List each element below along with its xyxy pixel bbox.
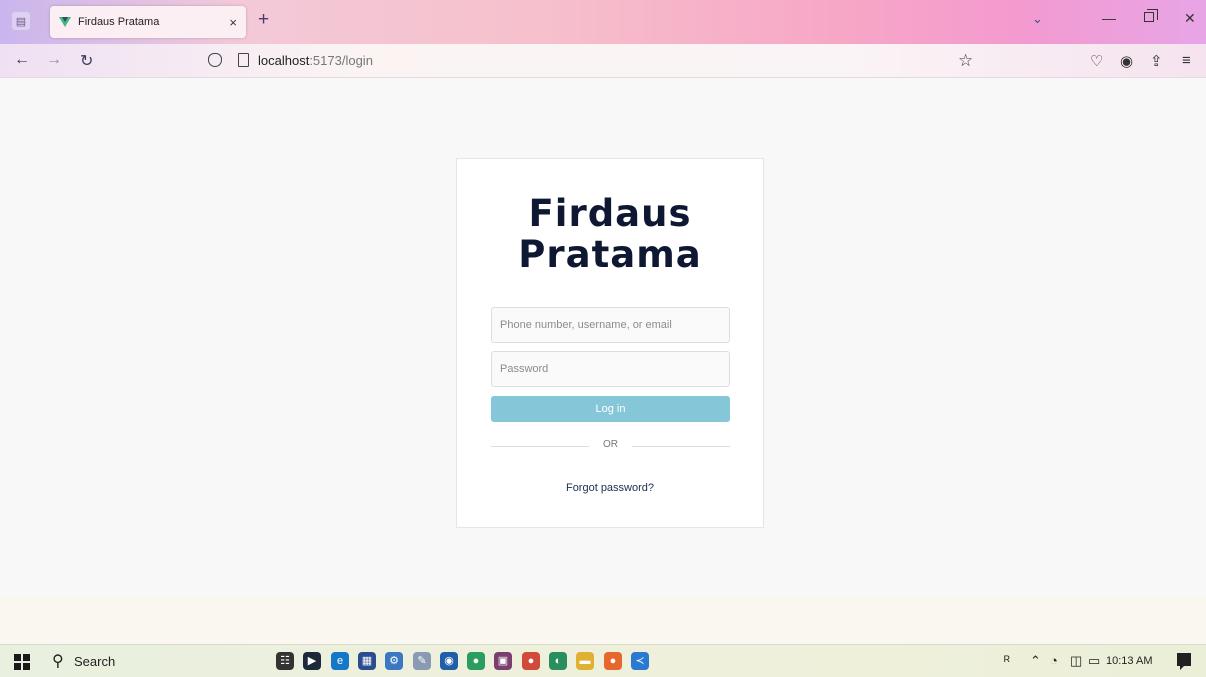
chrome-2-icon[interactable]: ◐ xyxy=(549,652,567,670)
close-window-button[interactable]: ✕ xyxy=(1184,10,1196,27)
tab-list-menu-icon[interactable]: ▤ xyxy=(12,12,30,30)
url-host: localhost xyxy=(258,53,310,68)
battery-icon[interactable]: ▭ xyxy=(1088,653,1100,669)
edge-icon[interactable]: e xyxy=(331,652,349,670)
account-icon[interactable]: ◉ xyxy=(1120,52,1133,70)
search-icon[interactable]: ⚲ xyxy=(52,651,64,671)
reload-icon[interactable]: ↻ xyxy=(80,51,93,71)
page-bottom-area xyxy=(0,596,1206,644)
restore-button[interactable] xyxy=(1144,9,1158,22)
brand-line-2: Pratama xyxy=(518,233,702,276)
browser-navbar: ← → ↻ localhost:5173/login ☆ ♡ ◉ ⇪ ≡ xyxy=(0,44,1206,78)
or-divider: OR xyxy=(491,439,730,453)
tracking-protection-icon[interactable] xyxy=(208,53,222,67)
vscode-icon[interactable]: ≺ xyxy=(631,652,649,670)
hamburger-menu-icon[interactable]: ≡ xyxy=(1182,52,1191,69)
list-all-tabs-icon[interactable]: ⌄ xyxy=(1032,11,1043,27)
settings-icon[interactable]: ⚙ xyxy=(385,652,403,670)
tab-active[interactable]: Firdaus Pratama × xyxy=(50,6,246,38)
vue-favicon-icon xyxy=(59,17,71,27)
task-view-icon[interactable]: ☷ xyxy=(276,652,294,670)
username-input[interactable] xyxy=(491,307,730,343)
forgot-password-link[interactable]: Forgot password? xyxy=(457,482,763,494)
terminal-icon[interactable]: ▶ xyxy=(303,652,321,670)
url-bar[interactable]: localhost:5173/login xyxy=(258,53,373,68)
url-path: :5173/login xyxy=(309,53,373,68)
bookmark-star-icon[interactable]: ☆ xyxy=(958,51,973,71)
explorer-icon[interactable]: ▬ xyxy=(576,652,594,670)
taskbar-search[interactable]: Search xyxy=(74,654,115,669)
paint-icon[interactable]: ✎ xyxy=(413,652,431,670)
wifi-icon[interactable]: ◔ xyxy=(1050,653,1058,668)
pocket-icon[interactable]: ♡ xyxy=(1090,52,1103,70)
or-text: OR xyxy=(603,439,618,450)
notification-icon[interactable] xyxy=(1177,653,1191,670)
brand-line-1: Firdaus xyxy=(528,192,692,235)
clock[interactable]: 10:13 AM xyxy=(1106,655,1152,667)
calculator-icon[interactable]: ▦ xyxy=(358,652,376,670)
divider-line-right xyxy=(632,446,730,447)
login-button[interactable]: Log in xyxy=(491,396,730,422)
login-card: Firdaus Pratama Log in OR Forgot passwor… xyxy=(456,158,764,528)
forward-arrow-icon[interactable]: → xyxy=(46,51,62,69)
winrar-icon[interactable]: ▣ xyxy=(494,652,512,670)
volume-icon[interactable]: ◫ xyxy=(1070,653,1082,669)
minimize-button[interactable]: — xyxy=(1102,10,1116,26)
chevron-up-icon[interactable]: ⌃ xyxy=(1030,653,1041,669)
windows-start-icon[interactable] xyxy=(14,654,30,670)
password-input[interactable] xyxy=(491,351,730,387)
store-icon[interactable]: ◉ xyxy=(440,652,458,670)
new-tab-button[interactable]: + xyxy=(258,9,269,31)
taskbar: ⚲ Search ☷ ▶ e ▦ ⚙ ✎ ◉ ● ▣ ● ◐ ▬ ● ≺ ᴿ ⌃ ◔ ◫ ▭ 10:13 … xyxy=(0,644,1206,677)
app-red-icon[interactable]: ● xyxy=(522,652,540,670)
brand-title: Firdaus Pratama xyxy=(457,193,763,275)
tab-title: Firdaus Pratama xyxy=(78,16,160,28)
browser-titlebar: ▤ Firdaus Pratama × + ⌄ — ✕ xyxy=(0,0,1206,44)
tab-close-icon[interactable]: × xyxy=(229,15,237,30)
firefox-icon[interactable]: ● xyxy=(604,652,622,670)
chrome-icon[interactable]: ● xyxy=(467,652,485,670)
page-info-icon[interactable] xyxy=(238,53,249,67)
back-arrow-icon[interactable]: ← xyxy=(14,51,30,69)
extensions-icon[interactable]: ⇪ xyxy=(1150,52,1163,70)
people-icon[interactable]: ᴿ xyxy=(1004,653,1010,668)
